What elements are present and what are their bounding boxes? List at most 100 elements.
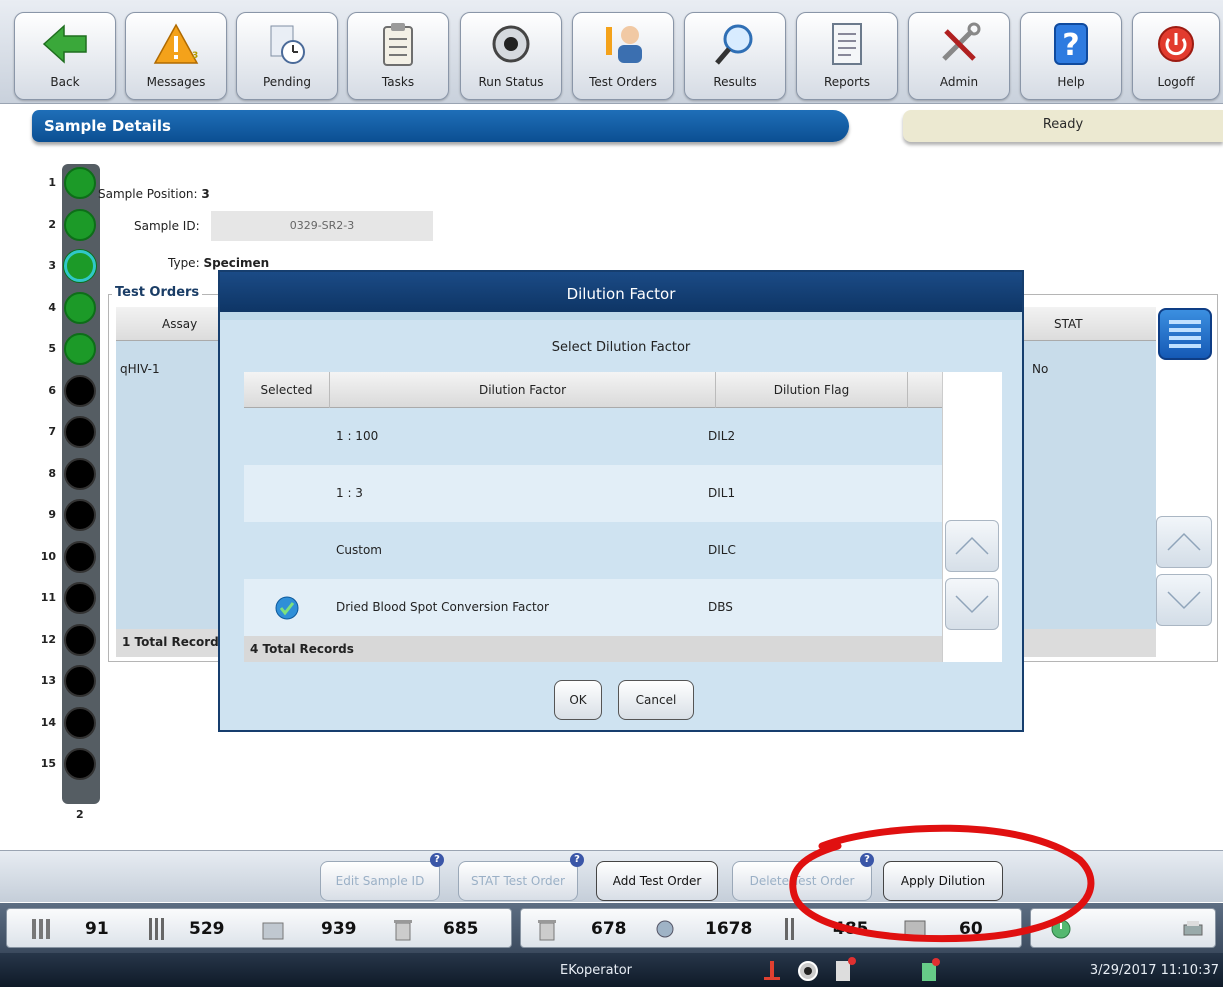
delete-test-order-button[interactable]: Delete Test Order	[732, 861, 872, 901]
rack-position-number: 14	[40, 715, 56, 729]
check-icon	[275, 596, 299, 619]
dilution-row-3[interactable]: Custom DILC	[244, 522, 942, 579]
date-time: 3/29/2017 11:10:37	[1089, 963, 1219, 978]
rack-tube-13[interactable]	[64, 665, 96, 697]
rack-tube-8[interactable]	[64, 457, 96, 490]
col-assay: Assay	[162, 317, 198, 331]
counter-value: 685	[443, 919, 479, 939]
rack-position-number: 10	[40, 549, 56, 563]
counter-value: 939	[321, 919, 357, 939]
waste-bin-icon	[538, 920, 556, 941]
help-badge-icon[interactable]: ?	[570, 853, 584, 867]
admin-label: Admin	[939, 75, 979, 89]
dilution-row-1[interactable]: 1 : 100 DIL2	[244, 408, 942, 465]
dialog-scroll-down-button[interactable]	[945, 578, 999, 630]
flag-cell: DILC	[708, 543, 736, 557]
selected-cell	[244, 579, 330, 636]
counter-value: 529	[189, 919, 225, 939]
rack-tube-10[interactable]	[64, 540, 96, 573]
rack-position-number: 9	[48, 508, 56, 521]
flag-cell: DIL2	[708, 429, 736, 443]
selected-cell	[244, 465, 330, 522]
main-toolbar: Back 3 Messages Pending Tasks Run Status…	[0, 0, 1223, 104]
help-button[interactable]: ? Help	[1020, 12, 1122, 100]
rack-position-number: 3	[48, 259, 56, 272]
rack-tube-4[interactable]	[64, 291, 96, 324]
messages-label: Messages	[146, 75, 206, 89]
rack-position-number: 13	[40, 674, 56, 687]
rack-tube-1[interactable]	[64, 167, 96, 199]
factor-cell: 1 : 3	[336, 486, 363, 500]
printer-icon[interactable]	[1181, 917, 1205, 941]
help-badge-icon[interactable]: ?	[430, 853, 444, 867]
dialog-scroll-up-button[interactable]	[945, 520, 999, 572]
results-button[interactable]: Results	[684, 12, 786, 100]
scroll-up-button[interactable]	[1156, 516, 1212, 568]
add-test-order-button[interactable]: Add Test Order	[596, 861, 718, 901]
pending-button[interactable]: Pending	[236, 12, 338, 100]
help-badge-icon[interactable]: ?	[860, 853, 874, 867]
rack-number: 2	[76, 808, 84, 821]
messages-button[interactable]: 3 Messages	[125, 12, 227, 100]
cancel-button[interactable]: Cancel	[618, 680, 694, 720]
test-orders-button[interactable]: Test Orders	[572, 12, 674, 100]
reagent-icon	[656, 920, 674, 938]
factor-cell: 1 : 100	[336, 429, 379, 443]
chevron-down-icon	[1167, 591, 1201, 610]
dialog-subtitle: Select Dilution Factor	[551, 340, 691, 355]
tools-icon	[909, 19, 1009, 69]
dilution-row-2[interactable]: 1 : 3 DIL1	[244, 465, 942, 522]
tips-icon	[32, 919, 50, 939]
rack-tube-2[interactable]	[64, 208, 96, 241]
rack-tube-5[interactable]	[64, 333, 96, 365]
action-bar: Edit Sample ID ? STAT Test Order ? Add T…	[0, 850, 1223, 902]
counter-value: 91	[85, 919, 109, 939]
dilution-table-footer: 4 Total Records	[244, 636, 942, 662]
stat-cell: No	[1032, 362, 1049, 376]
logoff-button[interactable]: Logoff	[1132, 12, 1220, 100]
edit-sample-id-button[interactable]: Edit Sample ID	[320, 861, 440, 901]
chevron-down-icon	[955, 595, 989, 614]
back-button[interactable]: Back	[14, 12, 116, 100]
rack-tube-6[interactable]	[64, 374, 96, 407]
test-orders-label: Test Orders	[589, 75, 657, 89]
sample-id-label: Sample ID:	[134, 219, 200, 233]
rack-position-number: 12	[40, 632, 56, 646]
rack-tube-7[interactable]	[64, 416, 96, 448]
door-alert-icon	[836, 957, 856, 981]
ok-button[interactable]: OK	[554, 680, 602, 720]
list-view-button[interactable]	[1158, 308, 1212, 360]
dilution-row-4[interactable]: Dried Blood Spot Conversion Factor DBS	[244, 579, 942, 636]
rack-tube-15[interactable]	[64, 748, 96, 780]
run-status-button[interactable]: Run Status	[460, 12, 562, 100]
cartridge-icon	[904, 920, 926, 940]
rack-tube-3[interactable]	[64, 250, 96, 282]
rack-tube-14[interactable]	[64, 706, 96, 739]
rack-tube-11[interactable]	[64, 582, 96, 614]
scroll-down-button[interactable]	[1156, 574, 1212, 626]
test-orders-icon	[573, 19, 673, 69]
tasks-label: Tasks	[381, 75, 415, 89]
admin-button[interactable]: Admin	[908, 12, 1010, 100]
back-label: Back	[50, 75, 80, 89]
tasks-button[interactable]: Tasks	[347, 12, 449, 100]
chevron-up-icon	[1167, 532, 1201, 551]
apply-dilution-button[interactable]: Apply Dilution	[883, 861, 1003, 901]
consumables-group-left: 91 529 939 685	[6, 908, 512, 948]
consumables-bar: 91 529 939 685 678 1678 485 60	[0, 903, 1223, 953]
rack-tube-9[interactable]	[64, 499, 96, 531]
rack-position-number: 4	[48, 300, 56, 314]
logoff-label: Logoff	[1157, 75, 1195, 89]
reports-button[interactable]: Reports	[796, 12, 898, 100]
sample-type-value: Specimen	[203, 256, 270, 270]
tray-icon	[262, 922, 284, 940]
current-user: EKoperator	[560, 963, 633, 978]
rack-tube-12[interactable]	[64, 623, 96, 656]
flag-cell: DBS	[708, 600, 733, 614]
selected-cell	[244, 408, 330, 465]
stat-test-order-button[interactable]: STAT Test Order	[458, 861, 578, 901]
pending-label: Pending	[263, 75, 311, 89]
help-icon: ?	[1021, 19, 1121, 69]
dilution-scrollbar[interactable]	[942, 372, 1002, 662]
power-icon	[1133, 19, 1219, 69]
